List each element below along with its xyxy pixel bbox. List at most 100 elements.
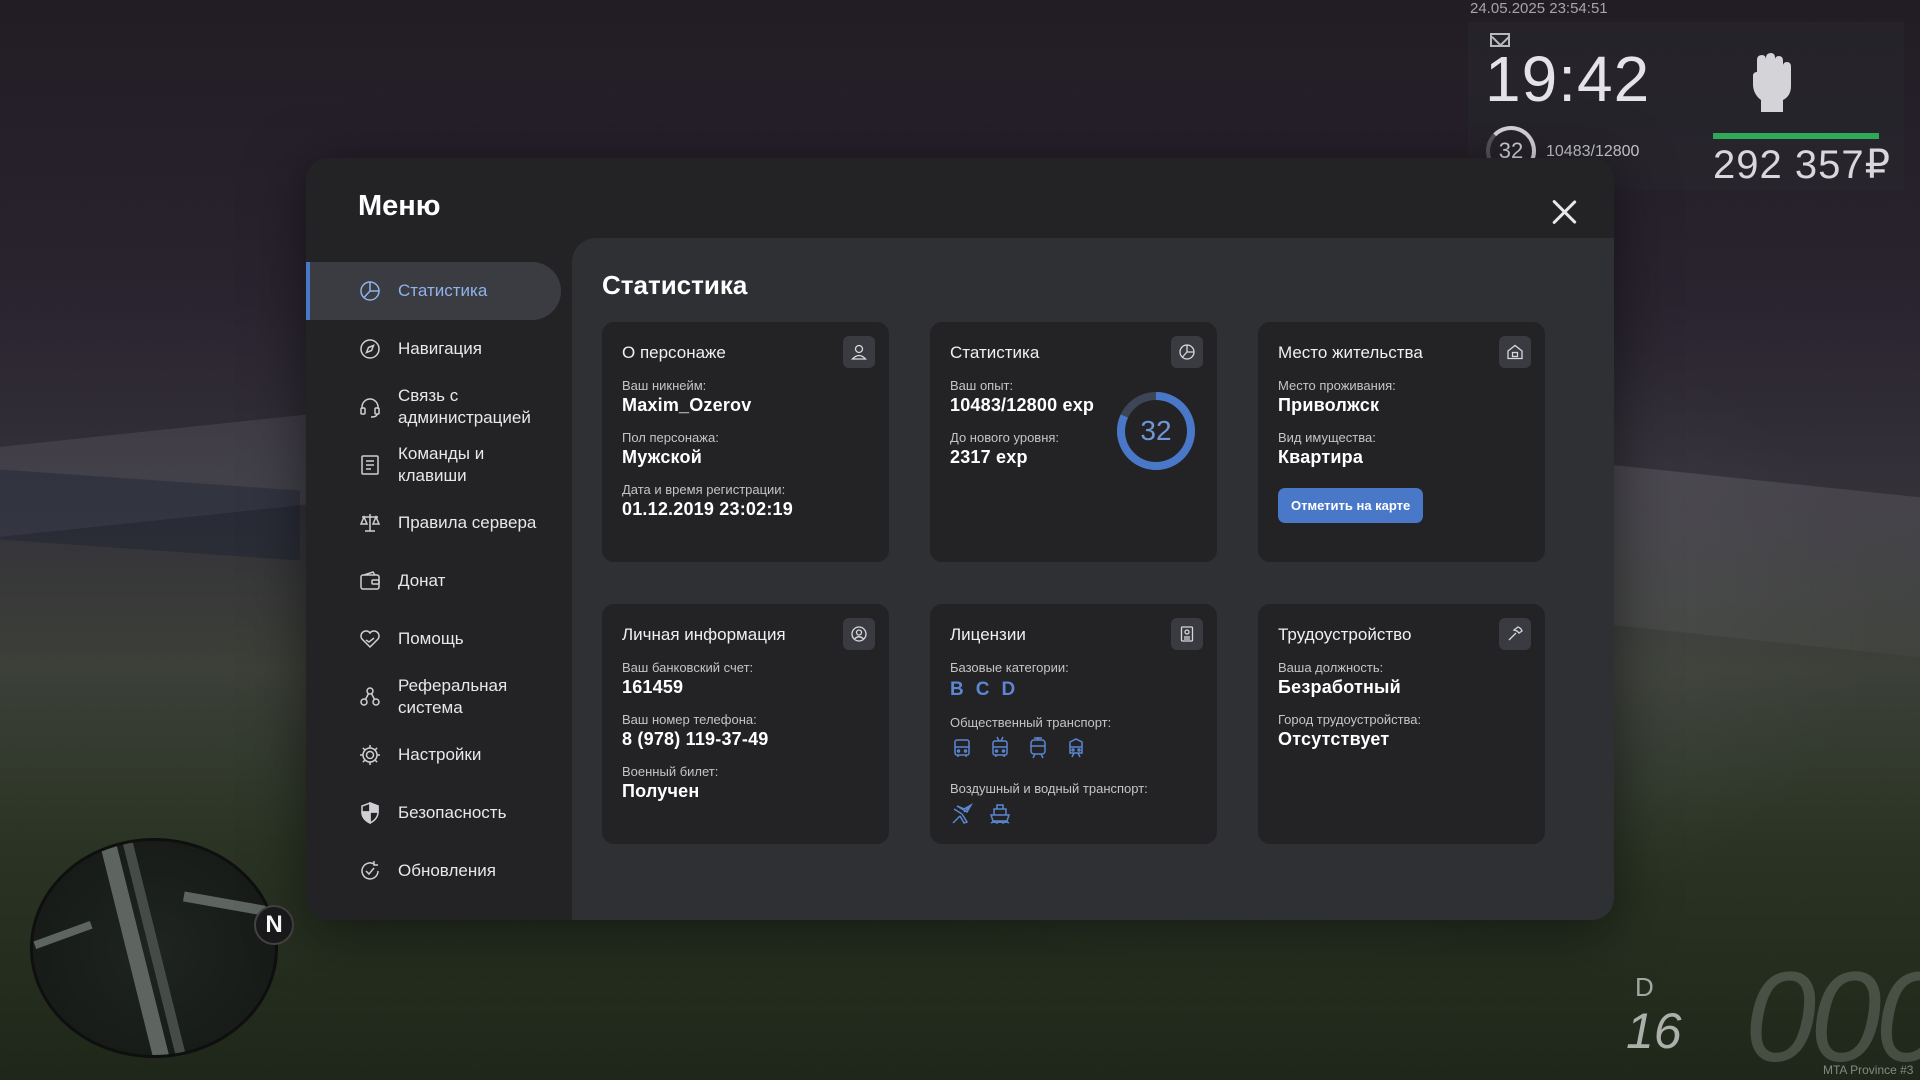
nickname-value: Maxim_Ozerov [622,395,752,415]
sidebar-item-referral[interactable]: Реферальная система [306,668,564,726]
field-label: Базовые категории: [950,660,1069,675]
bus-icon [950,736,974,765]
field-label: Город трудоустройства: [1278,712,1422,727]
card-title: Статистика [950,343,1040,362]
job-city-value: Отсутствует [1278,729,1390,749]
tram-icon [1026,736,1050,765]
sidebar-item-label: Навигация [398,339,482,358]
headset-icon [358,395,382,419]
sidebar-item-help[interactable]: Помощь [306,610,564,668]
hud-datetime: 24.05.2025 23:54:51 [1470,0,1608,17]
property-type-value: Квартира [1278,447,1364,467]
hammer-icon [1499,618,1531,650]
field-label: Ваш банковский счет: [622,660,754,675]
job-position-value: Безработный [1278,677,1401,697]
mark-on-map-button[interactable]: Отметить на карте [1278,488,1424,523]
sidebar-item-label: Помощь [398,629,464,648]
field-label: Общественный транспорт: [950,715,1112,730]
field-label: Вид имущества: [1278,430,1376,445]
license-category-b: B [950,679,964,700]
license-category-d: D [1001,679,1016,700]
card-statistics: Статистика Ваш опыт: 10483/12800 exp До … [930,322,1217,562]
sidebar: Статистика Навигация Связь с администрац… [306,262,564,900]
card-about-character: О персонаже Ваш никнейм: Maxim_Ozerov По… [602,322,889,562]
card-title: О персонаже [622,343,726,362]
health-bar [1713,133,1879,139]
compass-icon [358,337,382,361]
card-residence: Место жительства Место проживания: Приво… [1258,322,1545,562]
minimap-road [33,920,93,950]
airplane-icon [950,802,974,831]
sidebar-item-updates[interactable]: Обновления [306,842,564,900]
speedometer-gear: D [1635,972,1654,1002]
level-progress-ring: 32 [1115,390,1197,472]
public-transport-icons [950,736,1197,765]
sidebar-item-label: Донат [398,571,446,590]
server-label: MTA Province #3 [1823,1063,1914,1077]
list-icon [358,453,382,477]
train-icon [1064,736,1088,765]
user-circle-icon [843,618,875,650]
field-label: Ваш никнейм: [622,378,707,393]
sidebar-item-label: Обновления [398,861,496,880]
minimap [30,838,278,1058]
content-panel: Статистика О персонаже Ваш никнейм: Maxi… [572,238,1614,920]
field-label: Воздушный и водный транспорт: [950,781,1148,796]
close-icon[interactable] [1546,194,1582,230]
menu-modal: Меню Статистика Навигация Связь с админи… [306,158,1614,920]
sidebar-item-security[interactable]: Безопасность [306,784,564,842]
sidebar-item-contact-admin[interactable]: Связь с администрацией [306,378,564,436]
content-title: Статистика [602,270,748,300]
gender-value: Мужской [622,447,702,467]
sidebar-item-label: Правила сервера [398,513,537,532]
sidebar-item-navigation[interactable]: Навигация [306,320,564,378]
scales-icon [358,511,382,535]
home-icon [1499,336,1531,368]
shield-icon [358,801,382,825]
hud-money: 292 357₽ [1713,143,1892,187]
hud-clock: 19:42 [1485,43,1651,115]
sidebar-item-label: Команды и клавиши [398,444,485,485]
card-title: Место жительства [1278,343,1423,362]
sidebar-item-label: Статистика [398,281,488,300]
sidebar-item-donate[interactable]: Донат [306,552,564,610]
pie-chart-icon [358,279,382,303]
pie-chart-icon [1171,336,1203,368]
field-label: Дата и время регистрации: [622,482,786,497]
wallet-icon [358,569,382,593]
sidebar-item-label: Безопасность [398,803,507,822]
card-title: Трудоустройство [1278,625,1412,644]
card-employment: Трудоустройство Ваша должность: Безработ… [1258,604,1545,844]
phone-value: 8 (978) 119-37-49 [622,729,769,749]
card-title: Личная информация [622,625,786,644]
card-title: Лицензии [950,625,1026,644]
bank-account-value: 161459 [622,677,684,697]
sidebar-item-label: Реферальная система [398,676,508,717]
speedometer-fuel: 16 [1626,1003,1682,1059]
residence-place-value: Приволжск [1278,395,1380,415]
registration-date-value: 01.12.2019 23:02:19 [622,499,793,519]
field-label: Ваша должность: [1278,660,1384,675]
field-label: Место проживания: [1278,378,1396,393]
sidebar-item-label: Связь с администрацией [398,386,531,427]
boat-icon [988,802,1012,831]
minimap-north-marker: N [254,905,294,945]
sidebar-item-server-rules[interactable]: Правила сервера [306,494,564,552]
license-category-c: C [975,679,990,700]
license-categories: B C D [950,679,1197,701]
refresh-check-icon [358,859,382,883]
user-icon [843,336,875,368]
air-water-transport-icons [950,802,1197,831]
sidebar-item-settings[interactable]: Настройки [306,726,564,784]
speedometer-speed: 000 [1745,946,1920,1080]
level-number: 32 [1140,415,1172,446]
sidebar-item-statistics[interactable]: Статистика [306,262,561,320]
trolleybus-icon [988,736,1012,765]
id-card-icon [1171,618,1203,650]
referral-icon [358,685,382,709]
military-id-value: Получен [622,781,700,801]
sidebar-item-commands[interactable]: Команды и клавиши [306,436,564,494]
field-label: Ваш номер телефона: [622,712,757,727]
sidebar-item-label: Настройки [398,745,482,764]
menu-title: Меню [358,190,441,222]
